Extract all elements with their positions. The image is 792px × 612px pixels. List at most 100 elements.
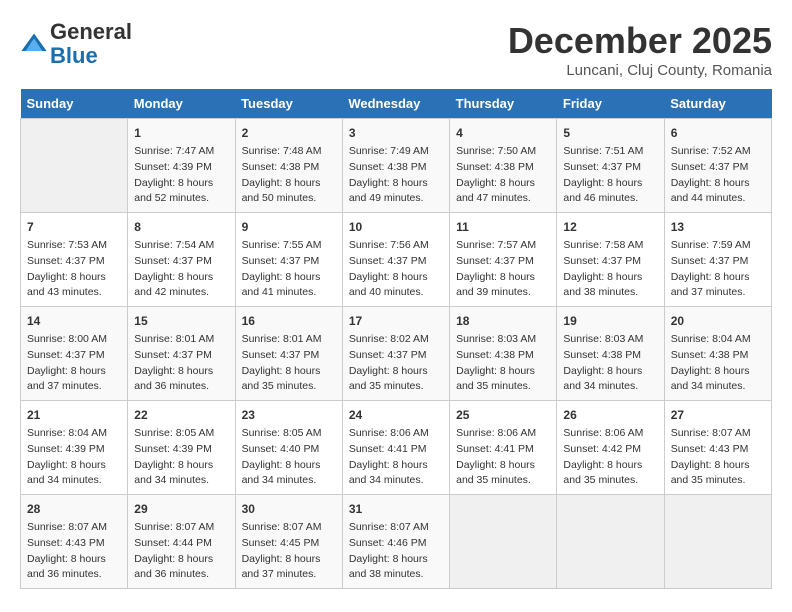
day-content: Sunrise: 8:01 AM Sunset: 4:37 PM Dayligh… [242, 332, 336, 395]
day-number: 4 [456, 124, 550, 142]
day-number: 13 [671, 218, 765, 236]
day-number: 27 [671, 406, 765, 424]
day-number: 25 [456, 406, 550, 424]
day-content: Sunrise: 8:07 AM Sunset: 4:43 PM Dayligh… [27, 520, 121, 583]
day-content: Sunrise: 7:47 AM Sunset: 4:39 PM Dayligh… [134, 144, 228, 207]
day-cell: 11 Sunrise: 7:57 AM Sunset: 4:37 PM Dayli… [450, 213, 557, 307]
day-cell: 22 Sunrise: 8:05 AM Sunset: 4:39 PM Dayli… [128, 401, 235, 495]
day-number: 20 [671, 312, 765, 330]
page-header: General Blue December 2025 Luncani, Cluj… [20, 20, 772, 79]
day-number: 6 [671, 124, 765, 142]
day-cell: 31 Sunrise: 8:07 AM Sunset: 4:46 PM Dayli… [342, 495, 449, 589]
col-header-friday: Friday [557, 89, 664, 119]
day-number: 29 [134, 500, 228, 518]
day-content: Sunrise: 8:04 AM Sunset: 4:38 PM Dayligh… [671, 332, 765, 395]
day-number: 18 [456, 312, 550, 330]
day-content: Sunrise: 8:01 AM Sunset: 4:37 PM Dayligh… [134, 332, 228, 395]
title-block: December 2025 Luncani, Cluj County, Roma… [508, 20, 772, 79]
day-content: Sunrise: 8:03 AM Sunset: 4:38 PM Dayligh… [563, 332, 657, 395]
day-cell: 15 Sunrise: 8:01 AM Sunset: 4:37 PM Dayli… [128, 307, 235, 401]
day-content: Sunrise: 7:58 AM Sunset: 4:37 PM Dayligh… [563, 238, 657, 301]
day-content: Sunrise: 8:07 AM Sunset: 4:46 PM Dayligh… [349, 520, 443, 583]
day-number: 23 [242, 406, 336, 424]
day-number: 15 [134, 312, 228, 330]
logo-general: General [50, 19, 132, 44]
month-title: December 2025 [508, 20, 772, 62]
day-content: Sunrise: 8:03 AM Sunset: 4:38 PM Dayligh… [456, 332, 550, 395]
logo-blue: Blue [50, 43, 98, 68]
day-content: Sunrise: 8:06 AM Sunset: 4:42 PM Dayligh… [563, 426, 657, 489]
day-cell: 12 Sunrise: 7:58 AM Sunset: 4:37 PM Dayli… [557, 213, 664, 307]
day-cell: 25 Sunrise: 8:06 AM Sunset: 4:41 PM Dayli… [450, 401, 557, 495]
day-content: Sunrise: 8:00 AM Sunset: 4:37 PM Dayligh… [27, 332, 121, 395]
day-content: Sunrise: 8:06 AM Sunset: 4:41 PM Dayligh… [349, 426, 443, 489]
day-number: 8 [134, 218, 228, 236]
day-cell: 14Sunrise: 8:00 AM Sunset: 4:37 PM Dayli… [21, 307, 128, 401]
col-header-sunday: Sunday [21, 89, 128, 119]
day-number: 30 [242, 500, 336, 518]
day-content: Sunrise: 7:57 AM Sunset: 4:37 PM Dayligh… [456, 238, 550, 301]
day-content: Sunrise: 7:48 AM Sunset: 4:38 PM Dayligh… [242, 144, 336, 207]
week-row-5: 28 Sunrise: 8:07 AM Sunset: 4:43 PM Dayli… [21, 495, 772, 589]
day-cell: 20 Sunrise: 8:04 AM Sunset: 4:38 PM Dayli… [664, 307, 771, 401]
day-content: Sunrise: 8:07 AM Sunset: 4:43 PM Dayligh… [671, 426, 765, 489]
day-number: 31 [349, 500, 443, 518]
day-cell: 29 Sunrise: 8:07 AM Sunset: 4:44 PM Dayli… [128, 495, 235, 589]
day-number: 3 [349, 124, 443, 142]
day-number: 1 [134, 124, 228, 142]
day-cell: 8 Sunrise: 7:54 AM Sunset: 4:37 PM Daylig… [128, 213, 235, 307]
day-number: 22 [134, 406, 228, 424]
day-number: 17 [349, 312, 443, 330]
day-cell: 2Sunrise: 7:48 AM Sunset: 4:38 PM Daylig… [235, 119, 342, 213]
day-cell: 7 Sunrise: 7:53 AM Sunset: 4:37 PM Daylig… [21, 213, 128, 307]
day-cell [557, 495, 664, 589]
logo-text: General Blue [50, 20, 132, 68]
day-cell: 6 Sunrise: 7:52 AM Sunset: 4:37 PM Daylig… [664, 119, 771, 213]
day-cell: 23 Sunrise: 8:05 AM Sunset: 4:40 PM Dayli… [235, 401, 342, 495]
day-cell [664, 495, 771, 589]
day-content: Sunrise: 7:54 AM Sunset: 4:37 PM Dayligh… [134, 238, 228, 301]
day-cell: 13 Sunrise: 7:59 AM Sunset: 4:37 PM Dayli… [664, 213, 771, 307]
day-cell: 28 Sunrise: 8:07 AM Sunset: 4:43 PM Dayli… [21, 495, 128, 589]
day-number: 19 [563, 312, 657, 330]
day-content: Sunrise: 7:51 AM Sunset: 4:37 PM Dayligh… [563, 144, 657, 207]
calendar-header-row: SundayMondayTuesdayWednesdayThursdayFrid… [21, 89, 772, 119]
day-cell: 19 Sunrise: 8:03 AM Sunset: 4:38 PM Dayli… [557, 307, 664, 401]
day-cell: 1 Sunrise: 7:47 AM Sunset: 4:39 PM Daylig… [128, 119, 235, 213]
day-cell: 27 Sunrise: 8:07 AM Sunset: 4:43 PM Dayli… [664, 401, 771, 495]
day-content: Sunrise: 7:52 AM Sunset: 4:37 PM Dayligh… [671, 144, 765, 207]
day-number: 11 [456, 218, 550, 236]
logo: General Blue [20, 20, 132, 68]
col-header-tuesday: Tuesday [235, 89, 342, 119]
day-cell: 30 Sunrise: 8:07 AM Sunset: 4:45 PM Dayli… [235, 495, 342, 589]
day-content: Sunrise: 8:07 AM Sunset: 4:44 PM Dayligh… [134, 520, 228, 583]
day-content: Sunrise: 8:06 AM Sunset: 4:41 PM Dayligh… [456, 426, 550, 489]
day-number: 21 [27, 406, 121, 424]
day-cell [21, 119, 128, 213]
location: Luncani, Cluj County, Romania [508, 62, 772, 79]
day-number: 9 [242, 218, 336, 236]
day-cell: 24Sunrise: 8:06 AM Sunset: 4:41 PM Dayli… [342, 401, 449, 495]
day-number: 5 [563, 124, 657, 142]
day-content: Sunrise: 8:02 AM Sunset: 4:37 PM Dayligh… [349, 332, 443, 395]
day-number: 12 [563, 218, 657, 236]
day-cell: 5 Sunrise: 7:51 AM Sunset: 4:37 PM Daylig… [557, 119, 664, 213]
day-content: Sunrise: 7:59 AM Sunset: 4:37 PM Dayligh… [671, 238, 765, 301]
day-content: Sunrise: 7:49 AM Sunset: 4:38 PM Dayligh… [349, 144, 443, 207]
col-header-saturday: Saturday [664, 89, 771, 119]
day-cell: 16Sunrise: 8:01 AM Sunset: 4:37 PM Dayli… [235, 307, 342, 401]
day-content: Sunrise: 8:05 AM Sunset: 4:40 PM Dayligh… [242, 426, 336, 489]
col-header-monday: Monday [128, 89, 235, 119]
day-content: Sunrise: 7:50 AM Sunset: 4:38 PM Dayligh… [456, 144, 550, 207]
day-content: Sunrise: 8:05 AM Sunset: 4:39 PM Dayligh… [134, 426, 228, 489]
day-content: Sunrise: 7:56 AM Sunset: 4:37 PM Dayligh… [349, 238, 443, 301]
day-content: Sunrise: 8:07 AM Sunset: 4:45 PM Dayligh… [242, 520, 336, 583]
logo-icon [20, 30, 48, 58]
day-number: 7 [27, 218, 121, 236]
day-number: 28 [27, 500, 121, 518]
day-cell: 3 Sunrise: 7:49 AM Sunset: 4:38 PM Daylig… [342, 119, 449, 213]
calendar-table: SundayMondayTuesdayWednesdayThursdayFrid… [20, 89, 772, 589]
day-cell: 9Sunrise: 7:55 AM Sunset: 4:37 PM Daylig… [235, 213, 342, 307]
day-cell [450, 495, 557, 589]
day-content: Sunrise: 7:53 AM Sunset: 4:37 PM Dayligh… [27, 238, 121, 301]
